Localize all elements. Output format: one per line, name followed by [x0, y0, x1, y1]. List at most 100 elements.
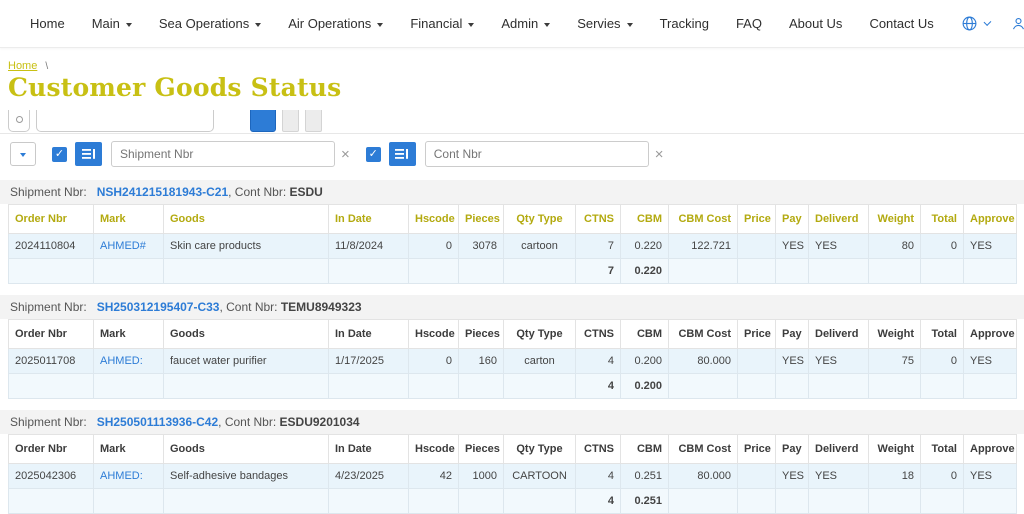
- weight-cell: 80: [869, 234, 921, 259]
- mark-cell[interactable]: AHMED:: [94, 464, 164, 489]
- deliverd-cell: YES: [809, 464, 869, 489]
- nav-item-air-operations[interactable]: Air Operations: [288, 16, 383, 31]
- totals-pay-cell: [776, 489, 809, 514]
- col-header-cbm-cost: CBM Cost: [669, 320, 738, 349]
- col-header-total: Total: [921, 205, 964, 234]
- totals-cbm-cost-cell: [669, 259, 738, 284]
- nav-item-home[interactable]: Home: [30, 16, 65, 31]
- filter-row: ✓ × ✓ ×: [0, 134, 1024, 175]
- hscode-cell: 0: [409, 349, 459, 374]
- filter-dropdown-button[interactable]: [10, 142, 36, 166]
- col-header-approve: Approve: [964, 435, 1017, 464]
- col-header-weight: Weight: [869, 205, 921, 234]
- col-header-order-nbr: Order Nbr: [9, 435, 94, 464]
- col-header-order-nbr: Order Nbr: [9, 320, 94, 349]
- nav-item-about-us[interactable]: About Us: [789, 16, 842, 31]
- totals-approve-cell: [964, 374, 1017, 399]
- col-header-pay: Pay: [776, 205, 809, 234]
- totals-mark-cell: [94, 489, 164, 514]
- nav-item-label: About Us: [789, 16, 842, 31]
- totals-order-nbr-cell: [9, 489, 94, 514]
- hscode-cell: 42: [409, 464, 459, 489]
- shipment-filter-icon-button[interactable]: [75, 142, 102, 166]
- totals-cbm-cell: 0.220: [621, 259, 669, 284]
- dropdown-caret-icon: [544, 23, 550, 27]
- col-header-qty-type: Qty Type: [504, 320, 576, 349]
- chevron-down-icon: [20, 153, 26, 157]
- col-header-deliverd: Deliverd: [809, 320, 869, 349]
- totals-goods-cell: [164, 374, 329, 399]
- price-cell: [738, 349, 776, 374]
- totals-total-cell: [921, 374, 964, 399]
- shipment-nbr-label: Shipment Nbr:: [10, 300, 87, 314]
- nav-item-servies[interactable]: Servies: [577, 16, 632, 31]
- totals-deliverd-cell: [809, 259, 869, 284]
- language-globe-icon[interactable]: [961, 15, 978, 32]
- col-header-mark: Mark: [94, 320, 164, 349]
- shipment-nbr-link[interactable]: SH250312195407-C33: [97, 300, 220, 314]
- goods-table: Order NbrMarkGoodsIn DateHscodePiecesQty…: [8, 434, 1017, 514]
- nav-item-tracking[interactable]: Tracking: [660, 16, 709, 31]
- check-icon: ✓: [55, 148, 64, 160]
- shipment-clear-icon[interactable]: ×: [341, 147, 350, 162]
- col-header-ctns: CTNS: [576, 205, 621, 234]
- table-row: 2025011708AHMED:faucet water purifier1/1…: [9, 349, 1017, 374]
- totals-pieces-cell: [459, 374, 504, 399]
- table-row: 2024110804AHMED#Skin care products11/8/2…: [9, 234, 1017, 259]
- order-nbr-cell: 2025011708: [9, 349, 94, 374]
- dropdown-caret-icon: [255, 23, 261, 27]
- shipment-nbr-link[interactable]: NSH241215181943-C21: [97, 185, 228, 199]
- toolbar-button-partial[interactable]: [282, 110, 299, 132]
- cont-filter-checkbox[interactable]: ✓: [366, 147, 381, 162]
- totals-cbm-cost-cell: [669, 489, 738, 514]
- cont-nbr-input[interactable]: [425, 141, 649, 167]
- totals-price-cell: [738, 259, 776, 284]
- nav-item-label: Air Operations: [288, 16, 371, 31]
- nav-item-contact-us[interactable]: Contact Us: [869, 16, 933, 31]
- cont-filter-icon-button[interactable]: [389, 142, 416, 166]
- mark-cell[interactable]: AHMED#: [94, 234, 164, 259]
- totals-row: 70.220: [9, 259, 1017, 284]
- mark-cell[interactable]: AHMED:: [94, 349, 164, 374]
- shipment-nbr-link[interactable]: SH250501113936-C42: [97, 415, 218, 429]
- filter-lines-icon: [82, 148, 96, 160]
- table-header-row: Order NbrMarkGoodsIn DateHscodePiecesQty…: [9, 320, 1017, 349]
- col-header-mark: Mark: [94, 435, 164, 464]
- col-header-pieces: Pieces: [459, 205, 504, 234]
- breadcrumb-home-link[interactable]: Home: [8, 60, 37, 72]
- nav-item-financial[interactable]: Financial: [410, 16, 474, 31]
- price-cell: [738, 234, 776, 259]
- total-cell: 0: [921, 349, 964, 374]
- col-header-approve: Approve: [964, 205, 1017, 234]
- col-header-cbm: CBM: [621, 435, 669, 464]
- nav-item-faq[interactable]: FAQ: [736, 16, 762, 31]
- totals-pay-cell: [776, 374, 809, 399]
- shipment-nbr-label: Shipment Nbr:: [10, 185, 87, 199]
- qty-type-cell: cartoon: [504, 234, 576, 259]
- weight-cell: 75: [869, 349, 921, 374]
- nav-item-sea-operations[interactable]: Sea Operations: [159, 16, 261, 31]
- toolbar-button-partial[interactable]: [305, 110, 322, 132]
- totals-qty-type-cell: [504, 489, 576, 514]
- nav-item-label: Servies: [577, 16, 620, 31]
- totals-pieces-cell: [459, 259, 504, 284]
- totals-row: 40.251: [9, 489, 1017, 514]
- shipment-nbr-input[interactable]: [111, 141, 335, 167]
- nav-item-main[interactable]: Main: [92, 16, 132, 31]
- totals-cbm-cost-cell: [669, 374, 738, 399]
- pay-cell: YES: [776, 234, 809, 259]
- totals-order-nbr-cell: [9, 259, 94, 284]
- col-header-in-date: In Date: [329, 435, 409, 464]
- language-chevron-icon[interactable]: [983, 18, 991, 26]
- cont-clear-icon[interactable]: ×: [655, 147, 664, 162]
- col-header-order-nbr: Order Nbr: [9, 205, 94, 234]
- user-icon[interactable]: [1011, 16, 1024, 31]
- search-submit-button-partial[interactable]: [250, 110, 276, 132]
- nav-item-label: Home: [30, 16, 65, 31]
- nav-item-admin[interactable]: Admin: [501, 16, 550, 31]
- col-header-weight: Weight: [869, 320, 921, 349]
- col-header-goods: Goods: [164, 205, 329, 234]
- shipment-filter-checkbox[interactable]: ✓: [52, 147, 67, 162]
- search-input-partial[interactable]: [36, 110, 214, 132]
- search-icon-button[interactable]: [8, 110, 30, 132]
